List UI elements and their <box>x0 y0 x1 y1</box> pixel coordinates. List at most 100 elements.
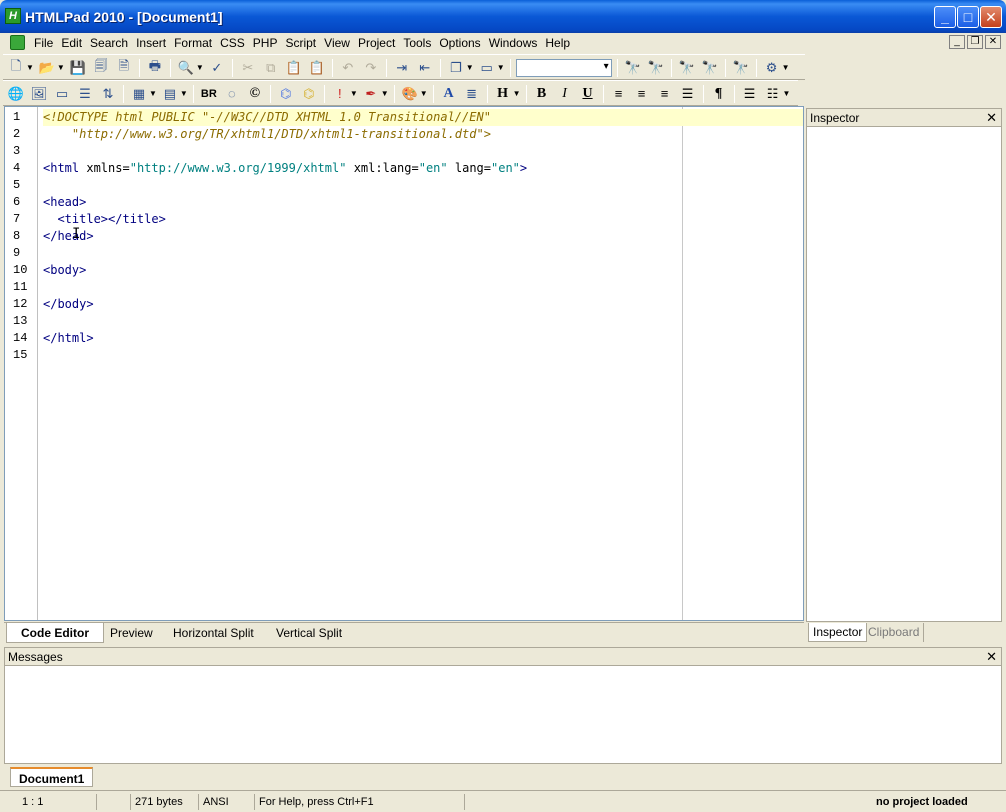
paste-icon[interactable]: 📋 <box>284 58 304 77</box>
options-dropdown-arrow[interactable]: ▼ <box>782 63 790 72</box>
code-editor[interactable]: 1 2 3 4 5 6 7 8 9 10 11 12 13 14 15 <!DOCTYPE html PUB… <box>4 106 804 621</box>
validate-dropdown-arrow[interactable]: ▼ <box>381 89 389 98</box>
align-left-icon[interactable]: ≡ <box>609 84 629 103</box>
menu-search[interactable]: Search <box>86 36 132 50</box>
tab-document1[interactable]: Document1 <box>10 767 94 787</box>
align-center-icon[interactable]: ≡ <box>632 84 652 103</box>
font-button[interactable]: A <box>439 84 459 103</box>
form-dropdown-arrow[interactable]: ▼ <box>180 89 188 98</box>
preview-dropdown-arrow[interactable]: ▼ <box>196 63 204 72</box>
menu-tools[interactable]: Tools <box>399 36 435 50</box>
options-gear-icon[interactable]: ⚙ <box>762 58 782 77</box>
code-line[interactable] <box>43 347 803 364</box>
table-dropdown-arrow[interactable]: ▼ <box>149 89 157 98</box>
font-combo[interactable] <box>515 58 612 77</box>
panel-layout-dropdown-arrow[interactable]: ▼ <box>497 63 505 72</box>
menu-edit[interactable]: Edit <box>57 36 86 50</box>
list-dropdown-arrow[interactable]: ▼ <box>783 89 791 98</box>
code-line[interactable] <box>43 313 803 330</box>
mdi-close-button[interactable]: ✕ <box>985 35 1001 49</box>
menu-file[interactable]: File <box>30 36 57 50</box>
insert-list-icon[interactable]: ☰ <box>75 84 95 103</box>
save-icon[interactable]: 💾 <box>68 58 88 77</box>
inspector-close-icon[interactable]: ✕ <box>986 109 997 127</box>
messages-close-icon[interactable]: ✕ <box>986 648 997 666</box>
script-icon[interactable]: ⌬ <box>299 84 319 103</box>
menu-insert[interactable]: Insert <box>132 36 170 50</box>
print-icon[interactable]: 🖶 <box>145 58 165 77</box>
code-line[interactable] <box>43 279 803 296</box>
print-preview-icon[interactable]: 🔍 <box>176 58 196 77</box>
heading-button[interactable]: H <box>493 84 513 103</box>
menu-options[interactable]: Options <box>435 36 484 50</box>
tab-horizontal-split[interactable]: Horizontal Split <box>159 623 268 643</box>
copy-icon[interactable]: ⧉ <box>261 58 281 77</box>
code-line[interactable]: <body> <box>43 262 803 279</box>
find-previous-icon[interactable]: 🔭 <box>677 58 697 77</box>
paragraph-button[interactable]: ¶ <box>709 84 729 103</box>
insert-br-button[interactable]: BR <box>199 84 219 103</box>
underline-button[interactable]: U <box>578 84 598 103</box>
cut-icon[interactable]: ✂ <box>238 58 258 77</box>
copyright-button[interactable]: © <box>245 84 265 103</box>
panel-layout-icon[interactable]: ▭ <box>477 58 497 77</box>
menu-script[interactable]: Script <box>281 36 320 50</box>
replace-icon[interactable]: 🔭 <box>646 58 666 77</box>
warning-dropdown-arrow[interactable]: ▼ <box>350 89 358 98</box>
validate-icon[interactable]: ✒ <box>361 84 381 103</box>
code-line[interactable]: </html> <box>43 330 803 347</box>
close-button[interactable]: ✕ <box>980 6 1002 28</box>
code-line[interactable] <box>43 177 803 194</box>
italic-button[interactable]: I <box>555 84 575 103</box>
code-line[interactable] <box>43 143 803 160</box>
comment-icon[interactable]: ⌬ <box>276 84 296 103</box>
spellcheck-icon[interactable]: ✓ <box>207 58 227 77</box>
tab-inspector[interactable]: Inspector <box>808 623 868 642</box>
find-in-files-icon[interactable]: 🔭 <box>731 58 751 77</box>
nbsp-icon[interactable]: ◌ <box>222 84 242 103</box>
open-dropdown-arrow[interactable]: ▼ <box>57 63 65 72</box>
color-dropdown-arrow[interactable]: ▼ <box>420 89 428 98</box>
paste-special-icon[interactable]: 📋 <box>307 58 327 77</box>
bold-button[interactable]: B <box>532 84 552 103</box>
tab-code-editor[interactable]: Code Editor <box>6 623 104 643</box>
menu-format[interactable]: Format <box>170 36 216 50</box>
find-icon[interactable]: 🔭 <box>623 58 643 77</box>
bullet-list-icon[interactable]: ☰ <box>740 84 760 103</box>
menu-view[interactable]: View <box>320 36 354 50</box>
indent-icon[interactable]: ⇥ <box>392 58 412 77</box>
tab-clipboard[interactable]: Clipboard <box>864 623 925 642</box>
open-folder-icon[interactable]: 📂 <box>37 58 57 77</box>
code-line[interactable]: "http://www.w3.org/TR/xhtml1/DTD/xhtml1-… <box>43 126 803 143</box>
minimize-button[interactable]: _ <box>934 6 956 28</box>
numbered-list-icon[interactable]: ☷ <box>763 84 783 103</box>
code-content[interactable]: <!DOCTYPE html PUBLIC "-//W3C//DTD XHTML… <box>43 109 803 364</box>
code-line[interactable]: <html xmlns="http://www.w3.org/1999/xhtm… <box>43 160 803 177</box>
code-line[interactable]: <head> <box>43 194 803 211</box>
document-menu-icon[interactable] <box>10 35 25 50</box>
paragraph-format-icon[interactable]: ≣ <box>462 84 482 103</box>
outdent-icon[interactable]: ⇤ <box>415 58 435 77</box>
menu-php[interactable]: PHP <box>249 36 282 50</box>
align-justify-icon[interactable]: ☰ <box>678 84 698 103</box>
new-file-icon[interactable]: 🗋 <box>6 58 26 77</box>
menu-project[interactable]: Project <box>354 36 399 50</box>
window-layout-icon[interactable]: ❐ <box>446 58 466 77</box>
menu-css[interactable]: CSS <box>216 36 249 50</box>
undo-icon[interactable]: ↶ <box>338 58 358 77</box>
insert-form-icon[interactable]: ▤ <box>160 84 180 103</box>
tab-vertical-split[interactable]: Vertical Split <box>262 623 356 643</box>
insert-image-icon[interactable]: 🖼 <box>29 84 49 103</box>
mdi-minimize-button[interactable]: _ <box>949 35 965 49</box>
app-icon[interactable]: H <box>5 8 21 24</box>
save-as-icon[interactable]: 🗎 <box>114 58 134 77</box>
heading-dropdown-arrow[interactable]: ▼ <box>513 89 521 98</box>
code-line[interactable]: </head> <box>43 228 803 245</box>
insert-div-icon[interactable]: ⇅ <box>98 84 118 103</box>
color-palette-icon[interactable]: 🎨 <box>400 84 420 103</box>
menu-windows[interactable]: Windows <box>485 36 542 50</box>
align-right-icon[interactable]: ≡ <box>655 84 675 103</box>
code-line[interactable]: <!DOCTYPE html PUBLIC "-//W3C//DTD XHTML… <box>43 109 803 126</box>
menu-help[interactable]: Help <box>541 36 574 50</box>
code-line[interactable] <box>43 245 803 262</box>
